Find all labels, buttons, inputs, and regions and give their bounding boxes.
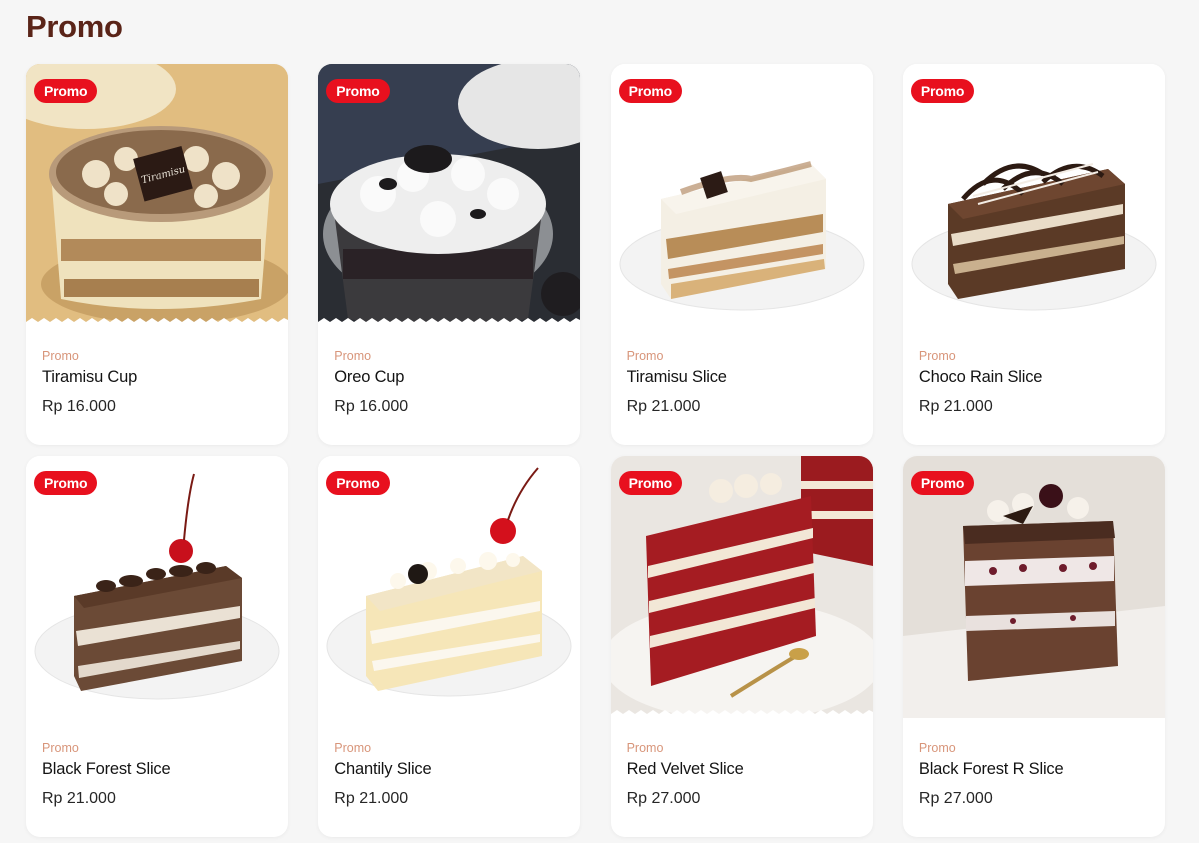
product-price: Rp 21.000 xyxy=(42,790,116,807)
product-image-chantily-slice[interactable]: Promo xyxy=(318,456,581,718)
promo-badge: Promo xyxy=(34,79,98,103)
product-image-black-forest-slice[interactable]: Promo xyxy=(26,456,288,718)
product-image-choco-rain-slice[interactable]: Promo xyxy=(902,64,1165,326)
product-category: Promo xyxy=(626,741,664,755)
product-name[interactable]: Tiramisu Slice xyxy=(627,367,857,387)
product-price: Rp 27.000 xyxy=(626,790,701,807)
product-price: Rp 16.000 xyxy=(42,398,116,415)
product-image-tiramisu-slice[interactable]: Promo xyxy=(610,64,873,326)
promo-badge: Promo xyxy=(910,471,975,495)
product-card-red-velvet-slice[interactable]: Promo Promo Red Velvet Slice Rp 27.000 xyxy=(610,456,873,837)
product-name[interactable]: Oreo Cup xyxy=(334,367,564,387)
product-category: Promo xyxy=(918,741,956,755)
product-category: Promo xyxy=(918,349,956,363)
product-name[interactable]: Chantily Slice xyxy=(334,759,564,779)
product-price: Rp 21.000 xyxy=(918,398,993,415)
promo-badge: Promo xyxy=(618,79,682,103)
product-category: Promo xyxy=(334,741,372,755)
product-card-oreo-cup[interactable]: Promo Promo Oreo Cup Rp 16.000 xyxy=(318,64,581,445)
promo-badge: Promo xyxy=(910,79,975,103)
product-category: Promo xyxy=(626,349,664,363)
product-name[interactable]: Choco Rain Slice xyxy=(919,367,1149,387)
product-card-choco-rain-slice[interactable]: Promo Promo Choco Rain Slice Rp 21.000 xyxy=(902,64,1165,445)
product-name[interactable]: Tiramisu Cup xyxy=(42,367,272,387)
product-image-oreo-cup[interactable]: Promo xyxy=(318,64,581,326)
product-price: Rp 21.000 xyxy=(334,790,409,807)
product-card-tiramisu-slice[interactable]: Promo Promo Tiramisu Slice Rp 21.000 xyxy=(610,64,873,445)
product-price: Rp 27.000 xyxy=(918,790,993,807)
product-category: Promo xyxy=(42,741,79,755)
promo-badge: Promo xyxy=(326,79,390,103)
product-name[interactable]: Black Forest Slice xyxy=(42,759,272,779)
product-image-black-forest-r-slice[interactable]: Promo xyxy=(902,456,1165,718)
product-card-chantily-slice[interactable]: Promo Promo Chantily Slice Rp 21.000 xyxy=(318,456,581,837)
product-category: Promo xyxy=(42,349,79,363)
product-card-black-forest-slice[interactable]: Promo Promo Black Forest Slice Rp 21.000 xyxy=(26,456,288,837)
product-card-black-forest-r-slice[interactable]: Promo Promo Black Forest R Slice Rp 27.0… xyxy=(902,456,1165,837)
promo-badge: Promo xyxy=(326,471,390,495)
promo-badge: Promo xyxy=(618,471,682,495)
product-image-red-velvet-slice[interactable]: Promo xyxy=(610,456,873,718)
product-price: Rp 21.000 xyxy=(626,398,701,415)
product-name[interactable]: Red Velvet Slice xyxy=(627,759,857,779)
product-grid: Tiramisu Promo Promo Tiramisu Cup Rp 16.… xyxy=(26,64,1165,837)
product-price: Rp 16.000 xyxy=(334,398,409,415)
section-title: Promo xyxy=(26,9,123,44)
product-category: Promo xyxy=(334,349,372,363)
product-name[interactable]: Black Forest R Slice xyxy=(919,759,1149,779)
product-card-tiramisu-cup[interactable]: Tiramisu Promo Promo Tiramisu Cup Rp 16.… xyxy=(26,64,288,445)
product-image-tiramisu-cup[interactable]: Tiramisu Promo xyxy=(26,64,288,326)
promo-badge: Promo xyxy=(34,471,98,495)
